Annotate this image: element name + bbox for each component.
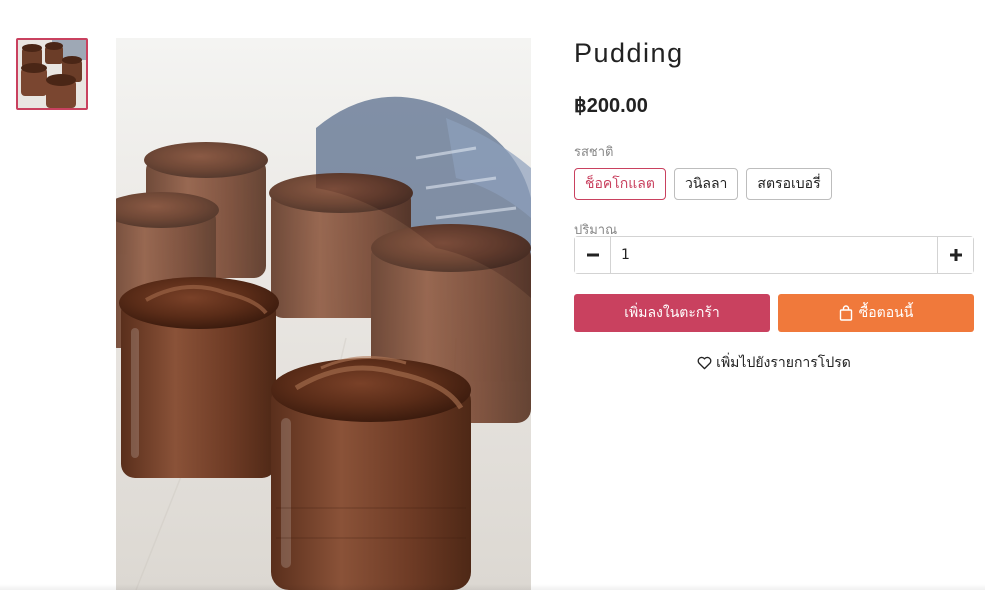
quantity-input[interactable] bbox=[611, 237, 937, 273]
pudding-photo bbox=[116, 38, 531, 590]
buy-now-label: ซื้อตอนนี้ bbox=[858, 305, 914, 321]
product-title: Pudding bbox=[574, 38, 684, 68]
heart-icon bbox=[697, 356, 712, 370]
flavor-option-vanilla[interactable]: วนิลลา bbox=[673, 168, 739, 200]
product-price: ฿200.00 bbox=[574, 95, 648, 117]
product-thumbnail[interactable] bbox=[16, 38, 88, 110]
add-to-cart-button[interactable]: เพิ่มลงในตะกร้า bbox=[574, 294, 770, 332]
minus-icon bbox=[586, 253, 599, 257]
add-to-cart-label: เพิ่มลงในตะกร้า bbox=[624, 305, 720, 321]
flavor-options: ช็อคโกแลต วนิลลา สตรอเบอรี่ bbox=[574, 168, 832, 200]
plus-icon bbox=[949, 249, 962, 261]
shopping-bag-icon bbox=[839, 305, 852, 321]
flavor-option-chocolate[interactable]: ช็อคโกแลต bbox=[574, 168, 666, 200]
flavor-label: รสชาติ bbox=[574, 145, 614, 160]
bottom-divider bbox=[0, 584, 985, 590]
wishlist-label: เพิ่มไปยังรายการโปรด bbox=[716, 355, 851, 371]
decrease-quantity-button[interactable] bbox=[575, 237, 611, 273]
increase-quantity-button[interactable] bbox=[937, 237, 973, 273]
thumbnail-image bbox=[18, 40, 86, 108]
quantity-stepper bbox=[574, 236, 974, 274]
product-main-image bbox=[116, 38, 531, 590]
product-page: Pudding ฿200.00 รสชาติ ช็อคโกแลต วนิลลา … bbox=[0, 0, 985, 590]
buy-now-button[interactable]: ซื้อตอนนี้ bbox=[778, 294, 974, 332]
add-to-wishlist-link[interactable]: เพิ่มไปยังรายการโปรด bbox=[574, 352, 974, 374]
flavor-option-strawberry[interactable]: สตรอเบอรี่ bbox=[746, 168, 832, 200]
